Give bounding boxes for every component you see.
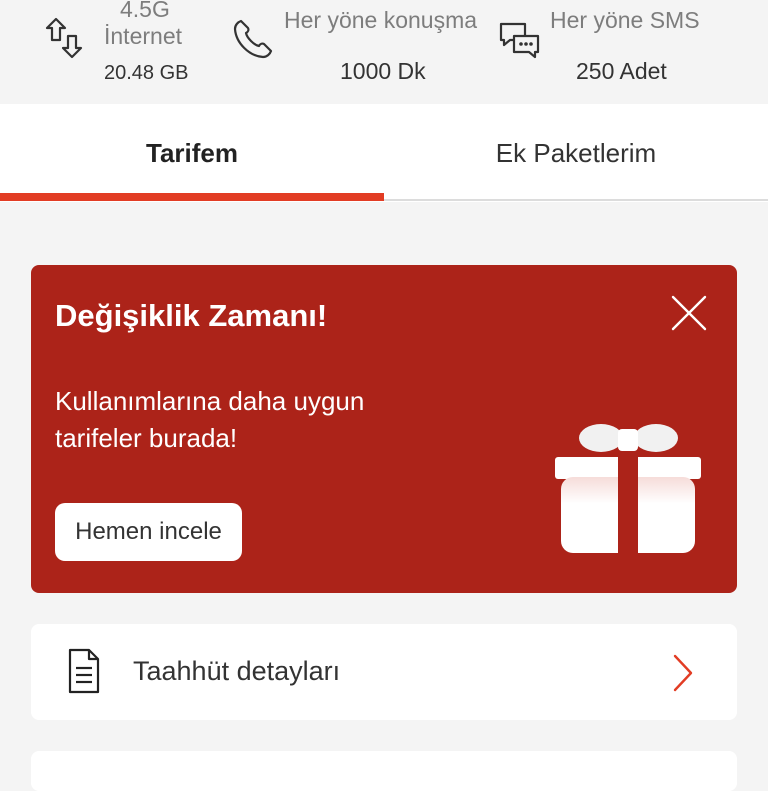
internet-label: İnternet <box>104 23 182 49</box>
voice-value: 1000 Dk <box>340 58 426 84</box>
menu-item-label: Taahhüt detayları <box>133 656 341 686</box>
active-tab-indicator <box>0 193 384 201</box>
sms-stat[interactable]: Her yöne SMS 250 Adet <box>498 0 738 104</box>
close-icon[interactable] <box>669 293 709 333</box>
gift-icon <box>555 424 701 553</box>
chat-bubbles-icon <box>499 22 540 59</box>
next-menu-card[interactable] <box>31 751 737 791</box>
phone-icon <box>233 19 273 59</box>
tab-tarifem[interactable]: Tarifem <box>0 104 384 202</box>
sms-label: Her yöne SMS <box>550 7 700 33</box>
tab-ek-paketlerim[interactable]: Ek Paketlerim <box>384 104 768 202</box>
tab-divider <box>384 199 768 201</box>
voice-label: Her yöne konuşma <box>284 7 478 33</box>
promo-card: Değişiklik Zamanı! Kullanımlarına daha u… <box>31 265 737 593</box>
internet-network-label: 4.5G <box>120 0 170 22</box>
taahhut-detaylari-row[interactable]: Taahhüt detayları <box>31 624 737 720</box>
internet-value: 20.48 GB <box>104 62 189 84</box>
document-icon <box>68 648 100 694</box>
internet-stat[interactable]: 4.5G İnternet 20.48 GB <box>40 0 210 104</box>
usage-summary: 4.5G İnternet 20.48 GB Her yöne konuşma … <box>0 0 768 104</box>
hemen-incele-button[interactable]: Hemen incele <box>55 503 242 561</box>
tab-bar: Tarifem Ek Paketlerim <box>0 104 768 202</box>
data-transfer-icon <box>45 17 83 59</box>
promo-description: Kullanımlarına daha uygun tarifeler bura… <box>55 386 365 453</box>
promo-title: Değişiklik Zamanı! <box>55 298 328 333</box>
chevron-right-icon <box>673 654 693 692</box>
voice-stat[interactable]: Her yöne konuşma 1000 Dk <box>232 0 492 104</box>
sms-value: 250 Adet <box>576 58 667 84</box>
